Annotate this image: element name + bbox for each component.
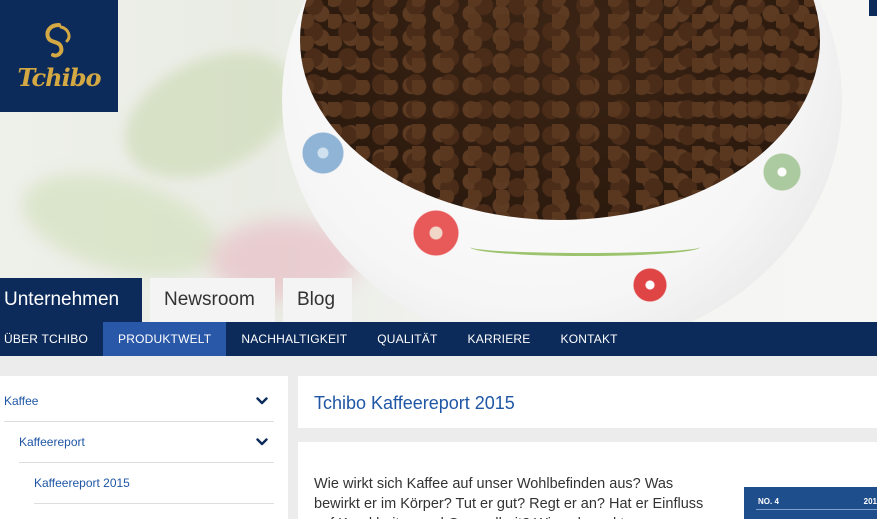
cup-flower-green (760, 150, 804, 194)
tchibo-logo[interactable]: Tchibo (0, 0, 118, 112)
nav-item-kontakt[interactable]: KONTAKT (546, 322, 633, 356)
nav-item-qualitaet[interactable]: QUALITÄT (362, 322, 452, 356)
thumbnail-issue-label: NO. 4 (758, 497, 779, 506)
thumbnail-year-label: 201 (863, 497, 877, 506)
nav-item-ueber-tchibo[interactable]: ÜBER TCHIBO (0, 322, 103, 356)
report-cover-thumbnail[interactable]: NO. 4 201 (744, 487, 877, 519)
page-title: Tchibo Kaffeereport 2015 (314, 393, 515, 413)
nav-item-karriere[interactable]: KARRIERE (453, 322, 546, 356)
coffee-bean-logo-icon (45, 22, 71, 57)
sidebar: Kaffee Kaffeereport Kaffeereport 2015 (0, 376, 288, 519)
article-body-text: Wie wirkt sich Kaffee auf unser Wohlbefi… (314, 476, 704, 519)
nav-item-nachhaltigkeit[interactable]: NACHHALTIGKEIT (226, 322, 362, 356)
cup-vine-decoration (470, 238, 700, 256)
sidebar-item-kaffeereport[interactable]: Kaffeereport (19, 422, 274, 463)
article-content: Wie wirkt sich Kaffee auf unser Wohlbefi… (298, 442, 877, 519)
tab-unternehmen[interactable]: Unternehmen (0, 278, 142, 322)
sidebar-item-kaffeereport-2015[interactable]: Kaffeereport 2015 (34, 463, 274, 504)
cup-flower-red (630, 265, 670, 305)
hero-image (0, 0, 877, 322)
cup-flower-blue (300, 130, 346, 176)
sidebar-item-label: Kaffee (4, 394, 39, 408)
tab-blog[interactable]: Blog (283, 278, 352, 322)
logo-wordmark: Tchibo (17, 62, 101, 92)
corner-marker (869, 0, 877, 16)
tab-newsroom[interactable]: Newsroom (150, 278, 275, 322)
main-navigation: ÜBER TCHIBO PRODUKTWELT NACHHALTIGKEIT Q… (0, 322, 877, 356)
chevron-down-icon[interactable] (256, 436, 268, 448)
sidebar-item-label: Kaffeereport 2015 (34, 476, 130, 490)
sidebar-item-label: Kaffeereport (19, 435, 85, 449)
sidebar-item-kaffee[interactable]: Kaffee (4, 381, 274, 422)
cup-flower-red (410, 210, 462, 256)
thumbnail-divider (756, 509, 877, 510)
chevron-down-icon[interactable] (256, 395, 268, 407)
page-title-box: Tchibo Kaffeereport 2015 (298, 376, 877, 428)
nav-item-produktwelt[interactable]: PRODUKTWELT (103, 322, 227, 356)
